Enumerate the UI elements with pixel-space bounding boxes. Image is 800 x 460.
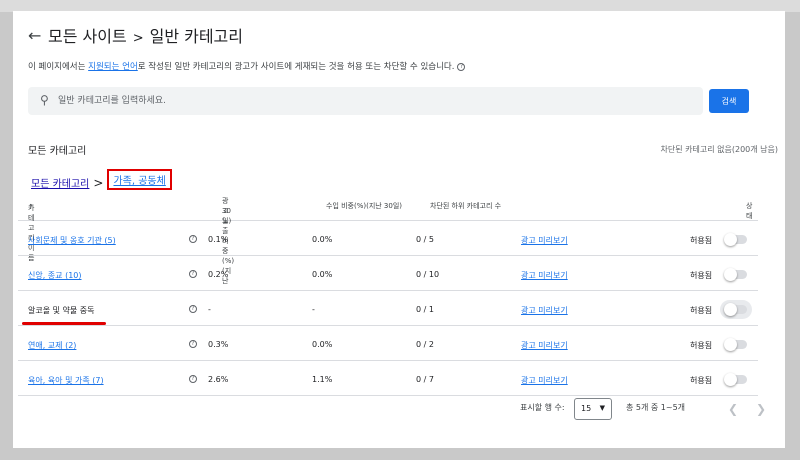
category-name-link[interactable]: 연애, 교제 (2): [28, 340, 76, 351]
breadcrumb-root-link[interactable]: 모든 카테고리: [31, 179, 89, 190]
table-row: 알코올 및 약물 중독 ? - - 0 / 1 광고 미리보기 허용됨: [18, 291, 758, 326]
search-box: ⚲: [28, 87, 703, 115]
impressions-value: -: [208, 305, 211, 314]
category-name-text: 알코올 및 약물 중독: [28, 306, 95, 315]
page-title: 모든 사이트 > 일반 카테고리: [48, 23, 243, 47]
chevron-right-icon[interactable]: ❯: [756, 402, 766, 416]
rows-per-page-select[interactable]: 15 ▼: [574, 398, 612, 420]
allow-toggle[interactable]: [724, 338, 747, 351]
breadcrumb-chevron-icon: >: [93, 176, 104, 190]
ad-preview-link[interactable]: 광고 미리보기: [521, 340, 568, 351]
category-breadcrumb: 모든 카테고리 > 가족, 공동체: [31, 169, 172, 193]
impressions-value: 0.1%: [208, 235, 229, 244]
breadcrumb-current-link[interactable]: 가족, 공동체: [107, 169, 172, 190]
table-row: 사회문제 및 옹호 기관 (5) ? 0.1% 0.0% 0 / 5 광고 미리…: [18, 221, 758, 256]
blocked-count: 0 / 1: [416, 305, 434, 314]
blocked-count: 0 / 10: [416, 270, 440, 279]
ad-preview-link[interactable]: 광고 미리보기: [521, 270, 568, 281]
highlight-underline: [22, 322, 106, 325]
search-icon: ⚲: [40, 93, 49, 107]
table-row: 신앙, 종교 (10) ? 0.2% 0.0% 0 / 10 광고 미리보기 허…: [18, 256, 758, 291]
category-table: 카테고리 이름 ↑ 광고 노출 비중(%)(지난 30일) 수입 비중(%)(지난…: [18, 192, 758, 396]
revenue-value: -: [312, 305, 315, 314]
sort-arrow-up-icon[interactable]: ↑: [28, 203, 34, 211]
row-help-icon[interactable]: ?: [189, 340, 197, 348]
ad-preview-link[interactable]: 광고 미리보기: [521, 375, 568, 386]
help-icon[interactable]: ?: [457, 62, 466, 71]
row-help-icon[interactable]: ?: [189, 235, 197, 243]
allow-toggle[interactable]: [724, 303, 747, 316]
ad-preview-link[interactable]: 광고 미리보기: [521, 235, 568, 246]
blocked-count: 0 / 2: [416, 340, 434, 349]
search-button[interactable]: 검색: [709, 89, 749, 113]
title-crumb-root[interactable]: 모든 사이트: [48, 27, 127, 46]
row-help-icon[interactable]: ?: [189, 305, 197, 313]
impressions-value: 2.6%: [208, 375, 229, 384]
category-name-link[interactable]: 사회문제 및 옹호 기관 (5): [28, 235, 116, 246]
header-blocked[interactable]: 차단된 하위 카테고리 수: [430, 201, 501, 211]
row-help-icon[interactable]: ?: [189, 270, 197, 278]
category-name-link[interactable]: 신앙, 종교 (10): [28, 270, 82, 281]
pagination-range: 총 5개 중 1~5개: [626, 403, 686, 412]
rows-per-page-label: 표시할 행 수:: [520, 403, 565, 412]
blocked-count: 0 / 7: [416, 375, 434, 384]
dropdown-caret-icon: ▼: [599, 404, 605, 412]
description-text-after: 로 작성된 일반 카테고리의 광고가 사이트에 게재되는 것을 허용 또는 차단…: [137, 62, 455, 72]
description-text-before: 이 페이지에서는: [28, 62, 89, 72]
allow-toggle[interactable]: [724, 233, 747, 246]
status-label: 허용됨: [690, 341, 713, 350]
impressions-value: 0.3%: [208, 340, 229, 349]
header-status: 상태: [746, 202, 753, 220]
ad-preview-link[interactable]: 광고 미리보기: [521, 305, 568, 316]
revenue-value: 0.0%: [312, 270, 333, 279]
allow-toggle[interactable]: [724, 268, 747, 281]
status-label: 허용됨: [690, 376, 713, 385]
category-name-link[interactable]: 육아, 육아 및 가족 (7): [28, 375, 104, 386]
impressions-value: 0.2%: [208, 270, 229, 279]
table-header: 카테고리 이름 ↑ 광고 노출 비중(%)(지난 30일) 수입 비중(%)(지난…: [18, 192, 758, 285]
title-current: 일반 카테고리: [149, 27, 243, 46]
row-help-icon[interactable]: ?: [189, 375, 197, 383]
status-label: 허용됨: [690, 306, 713, 315]
blocked-count: 0 / 5: [416, 235, 434, 244]
title-separator: >: [132, 31, 144, 46]
table-row: 육아, 육아 및 가족 (7) ? 2.6% 1.1% 0 / 7 광고 미리보…: [18, 361, 758, 396]
revenue-value: 1.1%: [312, 375, 333, 384]
rows-per-page-value: 15: [581, 404, 592, 413]
page-description: 이 페이지에서는 지원되는 언어로 작성된 일반 카테고리의 광고가 사이트에 …: [28, 60, 466, 72]
revenue-value: 0.0%: [312, 340, 333, 349]
section-title: 모든 카테고리: [28, 146, 87, 157]
status-label: 허용됨: [690, 236, 713, 245]
blocked-count-status: 차단된 카테고리 없음(200개 남음): [660, 145, 778, 154]
search-input[interactable]: [58, 91, 688, 111]
supported-languages-link[interactable]: 지원되는 언어: [88, 62, 138, 72]
allow-toggle[interactable]: [724, 373, 747, 386]
chevron-left-icon[interactable]: ❮: [728, 402, 738, 416]
table-row: 연애, 교제 (2) ? 0.3% 0.0% 0 / 2 광고 미리보기 허용됨: [18, 326, 758, 361]
header-revenue[interactable]: 수입 비중(%)(지난 30일): [326, 201, 402, 211]
status-label: 허용됨: [690, 271, 713, 280]
back-arrow-icon[interactable]: ←: [28, 26, 41, 45]
revenue-value: 0.0%: [312, 235, 333, 244]
